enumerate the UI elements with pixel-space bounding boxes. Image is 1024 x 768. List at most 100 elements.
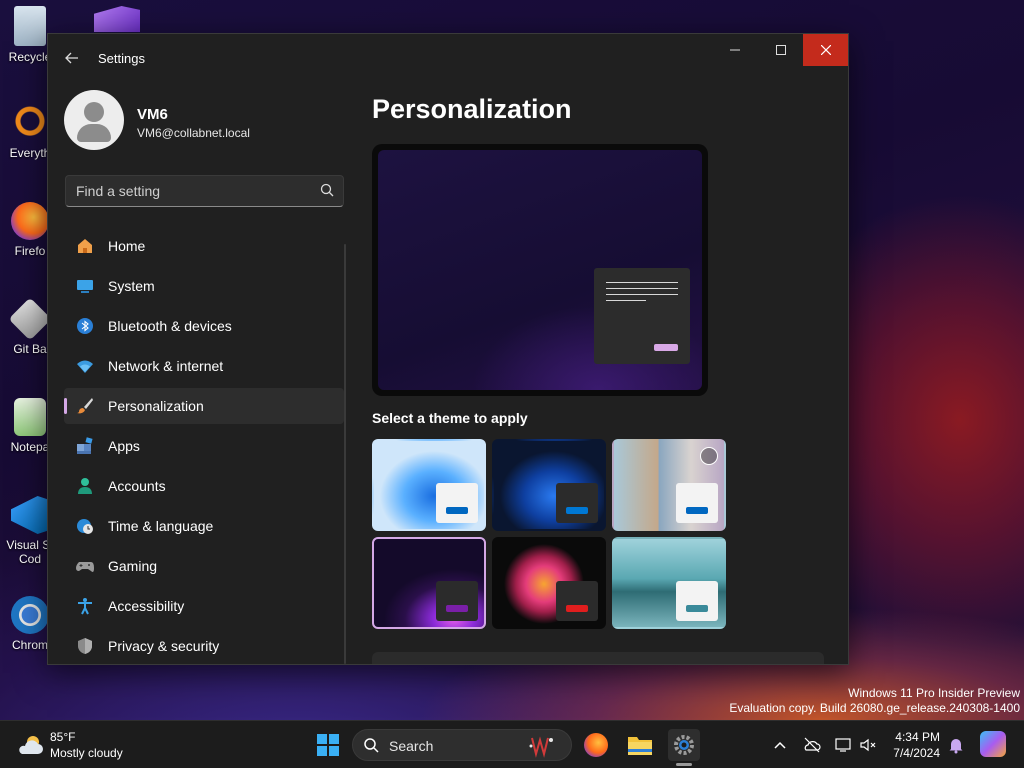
close-icon <box>820 44 832 56</box>
window-title: Settings <box>98 51 145 66</box>
evaluation-watermark: Windows 11 Pro Insider Preview Evaluatio… <box>729 686 1020 716</box>
maximize-button[interactable] <box>758 34 804 66</box>
sidebar-scrollbar[interactable] <box>344 244 346 664</box>
avatar <box>64 90 124 150</box>
chevron-up-icon[interactable] <box>770 735 790 755</box>
git-bash-icon <box>8 297 52 341</box>
clock-date: 7/4/2024 <box>893 746 940 760</box>
sidebar-item-label: Personalization <box>108 398 204 414</box>
notification-bell-icon[interactable] <box>946 735 966 755</box>
sidebar-item-label: Apps <box>108 438 140 454</box>
firefox-icon <box>584 733 608 757</box>
wifi-icon <box>77 360 93 373</box>
globe-clock-icon <box>77 519 93 534</box>
taskbar-search-label: Search <box>389 738 434 754</box>
taskbar: 85°F Mostly cloudy Search 4:34 PM 7/4/20… <box>0 720 1024 768</box>
theme-windows-light[interactable] <box>372 439 486 531</box>
everything-search-icon <box>11 104 49 142</box>
sidebar-item-apps[interactable]: Apps <box>64 428 344 464</box>
taskbar-file-explorer[interactable] <box>624 729 656 761</box>
sidebar-item-accounts[interactable]: Accounts <box>64 468 344 504</box>
taskbar-settings[interactable] <box>668 729 700 761</box>
preview-window <box>594 268 690 364</box>
search-icon <box>364 738 379 753</box>
search-box <box>65 175 344 207</box>
sidebar-item-time-language[interactable]: Time & language <box>64 508 344 544</box>
sidebar-item-personalization[interactable]: Personalization <box>64 388 344 424</box>
maximize-icon <box>776 45 786 55</box>
settings-window: Settings VM6 VM6@collabnet.local Home Sy… <box>47 33 849 665</box>
title-bar[interactable]: Settings <box>48 34 848 82</box>
start-button[interactable] <box>312 729 344 761</box>
minimize-icon <box>730 49 740 51</box>
watermark-line: Windows 11 Pro Insider Preview <box>848 686 1020 700</box>
user-name: VM6 <box>137 106 168 123</box>
theme-preview <box>372 144 708 396</box>
settings-card[interactable] <box>372 652 824 664</box>
cloud-off-icon[interactable] <box>802 735 822 755</box>
page-title: Personalization <box>372 94 572 124</box>
vscode-icon <box>11 496 49 534</box>
gear-icon <box>674 735 694 755</box>
visual-studio-icon[interactable] <box>94 6 140 32</box>
sidebar-nav: Home System Bluetooth & devices Network … <box>64 228 344 664</box>
firefox-icon <box>11 202 49 240</box>
weather-condition: Mostly cloudy <box>50 746 123 760</box>
close-button[interactable] <box>803 34 848 66</box>
watermark-line: Evaluation copy. Build 26080.ge_release.… <box>729 701 1020 715</box>
shield-icon <box>78 638 92 654</box>
preview-accent-button <box>654 344 678 351</box>
sidebar-item-home[interactable]: Home <box>64 228 344 264</box>
search-highlight-icon <box>529 736 553 758</box>
sidebar-item-accessibility[interactable]: Accessibility <box>64 588 344 624</box>
sidebar-item-label: Time & language <box>108 518 214 534</box>
themes-section-label: Select a theme to apply <box>372 410 528 426</box>
weather-temperature: 85°F <box>50 730 76 744</box>
theme-captured-motion[interactable] <box>492 537 606 629</box>
back-button[interactable] <box>60 46 84 70</box>
accessibility-icon <box>78 598 92 615</box>
windows-logo-icon <box>317 734 339 756</box>
accounts-icon <box>78 478 92 494</box>
recycle-bin-icon <box>14 6 46 46</box>
taskbar-firefox[interactable] <box>580 729 612 761</box>
sidebar-item-label: Gaming <box>108 558 158 574</box>
chrome-icon <box>11 596 49 634</box>
sidebar-item-privacy[interactable]: Privacy & security <box>64 628 344 664</box>
selection-indicator <box>64 398 67 414</box>
network-icon[interactable] <box>834 735 854 755</box>
sidebar-item-label: Home <box>108 238 146 254</box>
home-icon <box>78 239 92 253</box>
cloud-sun-icon <box>19 736 43 754</box>
sidebar-item-bluetooth[interactable]: Bluetooth & devices <box>64 308 344 344</box>
taskbar-search[interactable]: Search <box>352 729 572 761</box>
sidebar-item-gaming[interactable]: Gaming <box>64 548 344 584</box>
search-input[interactable] <box>66 176 306 206</box>
bluetooth-icon <box>77 318 93 334</box>
search-icon <box>320 183 334 197</box>
sidebar-item-label: Privacy & security <box>108 638 220 654</box>
system-icon <box>77 280 93 293</box>
gamepad-icon <box>76 562 94 572</box>
minimize-button[interactable] <box>712 34 758 66</box>
theme-grid <box>372 439 728 629</box>
volume-muted-icon[interactable] <box>858 735 878 755</box>
theme-flow[interactable] <box>612 537 726 629</box>
paintbrush-icon <box>77 398 93 414</box>
clock[interactable]: 4:34 PM 7/4/2024 <box>880 729 940 761</box>
sidebar-item-label: System <box>108 278 155 294</box>
theme-windows-spotlight[interactable] <box>612 439 726 531</box>
preview-desktop <box>378 150 702 390</box>
sidebar-item-network[interactable]: Network & internet <box>64 348 344 384</box>
sidebar-item-label: Network & internet <box>108 358 224 374</box>
sidebar-item-label: Bluetooth & devices <box>108 318 232 334</box>
arrow-left-icon <box>65 52 78 64</box>
theme-windows-dark[interactable] <box>492 439 606 531</box>
user-email: VM6@collabnet.local <box>137 126 250 140</box>
active-app-indicator <box>676 763 692 766</box>
spotlight-icon <box>700 447 718 465</box>
copilot-icon[interactable] <box>980 731 1006 757</box>
sidebar-item-system[interactable]: System <box>64 268 344 304</box>
notepad-icon <box>14 398 46 436</box>
theme-glow[interactable] <box>372 537 486 629</box>
